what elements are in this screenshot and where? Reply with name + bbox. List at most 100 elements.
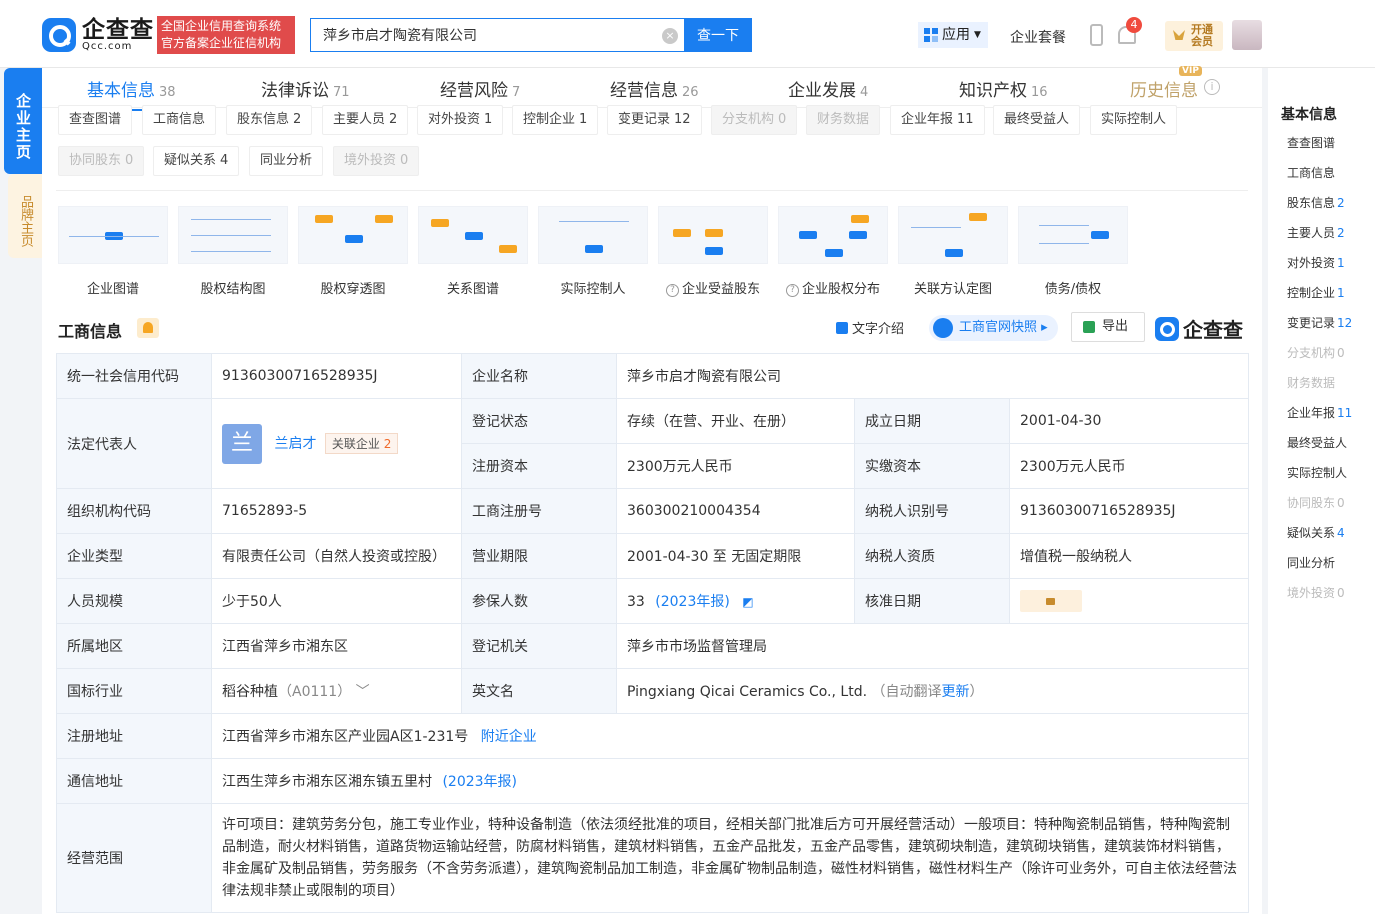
- legal-rep-avatar[interactable]: 兰: [222, 423, 262, 464]
- update-link[interactable]: 更新: [942, 684, 970, 700]
- right-nav-item[interactable]: 协同股东 0: [1287, 494, 1345, 511]
- table-row: 经营范围 许可项目：建筑劳务分包，施工专业作业，特种设备制造（依法须经批准的项目…: [56, 803, 1250, 913]
- chip-overseas[interactable]: 境外投资 0: [333, 146, 420, 176]
- text-intro-label: 文字介绍: [852, 322, 905, 337]
- tab-history[interactable]: 历史信息: [1130, 76, 1198, 101]
- phone-icon[interactable]: [1090, 24, 1103, 46]
- right-nav-item[interactable]: 同业分析: [1287, 554, 1335, 571]
- paren-close: ）: [969, 684, 984, 700]
- graph-card-relations[interactable]: 关系图谱: [418, 206, 528, 297]
- right-nav-item[interactable]: 主要人员 2: [1287, 224, 1345, 241]
- clear-icon[interactable]: ×: [662, 28, 678, 44]
- mail-year-link[interactable]: (2023年报): [442, 774, 517, 790]
- table-row: 人员规模 少于50人 参保人数 33 (2023年报) ◩ 核准日期: [56, 578, 1250, 624]
- insured-year-link[interactable]: (2023年报): [655, 594, 730, 610]
- chip-controlled[interactable]: 控制企业 1: [512, 105, 599, 135]
- nav-label: 主要人员: [1287, 226, 1336, 240]
- company-home-tab[interactable]: 企业主页: [4, 68, 42, 174]
- text-intro-button[interactable]: 文字介绍: [836, 318, 904, 337]
- vip-lock-icon[interactable]: [1020, 590, 1082, 612]
- right-nav-item[interactable]: 财务数据: [1287, 374, 1335, 391]
- reg-address-value: 江西省萍乡市湘东区产业园A区1-231号: [222, 729, 469, 745]
- graph-card-equity-penetration[interactable]: 股权穿透图: [298, 206, 408, 297]
- logo-en: Qcc.com: [82, 41, 133, 52]
- enterprise-package-link[interactable]: 企业套餐: [1010, 27, 1066, 47]
- right-nav-item[interactable]: 查查图谱: [1287, 134, 1335, 151]
- chip-suspected-relations[interactable]: 疑似关系 4: [153, 146, 240, 176]
- chip-beneficiaries[interactable]: 最终受益人: [993, 105, 1081, 135]
- main-panel: 基本信息 38 法律诉讼 71 经营风险 7 经营信息 26 企业发展 4 知识产权 16 …: [42, 66, 1262, 914]
- tab-ip[interactable]: 知识产权 16: [959, 76, 1048, 101]
- related-companies-tag[interactable]: 关联企业 2: [324, 433, 399, 454]
- app-menu[interactable]: 应用 ▼: [918, 22, 988, 48]
- nav-count: 1: [1337, 286, 1345, 300]
- company-type-value: 有限责任公司（自然人投资或控股）: [211, 533, 462, 579]
- chip-investments[interactable]: 对外投资 1: [417, 105, 504, 135]
- chip-peer-analysis[interactable]: 同业分析: [249, 146, 324, 176]
- graph-card-debt[interactable]: 债务/债权: [1018, 206, 1128, 297]
- nav-count: 0: [1337, 346, 1345, 360]
- official-snapshot-button[interactable]: 工商官网快照 ▸: [929, 315, 1058, 341]
- graph-card-enterprise[interactable]: 企业图谱: [58, 206, 168, 297]
- chevron-down-icon: ▼: [974, 30, 981, 40]
- monitor-bell-icon[interactable]: [137, 318, 159, 338]
- right-nav-item[interactable]: 疑似关系 4: [1287, 524, 1345, 541]
- chip-controller[interactable]: 实际控制人: [1090, 105, 1178, 135]
- reg-address-cell: 江西省萍乡市湘东区产业园A区1-231号 附近企业: [210, 713, 1250, 759]
- search-button[interactable]: 查一下: [684, 18, 752, 52]
- chip-changes[interactable]: 变更记录 12: [607, 105, 702, 135]
- graph-card-equity-distribution[interactable]: ? 企业股权分布: [778, 206, 888, 297]
- vip-line2: 会员: [1191, 35, 1213, 48]
- chip-registration[interactable]: 工商信息: [142, 105, 217, 135]
- taxpayer-id-value: 91360300716528935J: [1008, 488, 1250, 534]
- brand-home-tab[interactable]: 品牌主页: [8, 174, 42, 258]
- chip-financials[interactable]: 财务数据: [806, 105, 881, 135]
- graph-card-equity-structure[interactable]: 股权结构图: [178, 206, 288, 297]
- chip-shareholders[interactable]: 股东信息 2: [226, 105, 313, 135]
- app-grid-icon: [924, 28, 938, 42]
- right-nav-item[interactable]: 控制企业 1: [1287, 284, 1345, 301]
- trend-chart-icon[interactable]: ◩: [742, 595, 753, 609]
- chip-branches[interactable]: 分支机构 0: [711, 105, 798, 135]
- tab-basic-info[interactable]: 基本信息 38: [87, 76, 176, 111]
- graph-card-actual-controller[interactable]: 实际控制人: [538, 206, 648, 297]
- tab-litigation[interactable]: 法律诉讼 71: [261, 76, 350, 101]
- tab-business-risk[interactable]: 经营风险 7: [440, 76, 520, 101]
- chip-annual-reports[interactable]: 企业年报 11: [890, 105, 985, 135]
- legal-rep-link[interactable]: 兰启才: [274, 436, 316, 452]
- industry-cell[interactable]: 稻谷种植（A0111） ﹀: [211, 668, 462, 714]
- field-label: 纳税人资质: [854, 533, 1010, 579]
- tab-development[interactable]: 企业发展 4: [788, 76, 868, 101]
- vip-open-button[interactable]: 开通 会员: [1165, 21, 1223, 51]
- right-nav-item[interactable]: 境外投资 0: [1287, 584, 1345, 601]
- chip-graph[interactable]: 查查图谱: [58, 105, 133, 135]
- graph-card-beneficial-shareholders[interactable]: ? 企业受益股东: [658, 206, 768, 297]
- tab-business-info[interactable]: 经营信息 26: [610, 76, 699, 101]
- right-nav-item[interactable]: 股东信息 2: [1287, 194, 1345, 211]
- mail-address-cell: 江西生萍乡市湘东区湘东镇五里村 (2023年报): [210, 758, 1250, 804]
- graph-label: ? 企业受益股东: [658, 278, 768, 297]
- right-nav-item[interactable]: 对外投资 1: [1287, 254, 1345, 271]
- right-nav-item[interactable]: 分支机构 0: [1287, 344, 1345, 361]
- right-nav-item[interactable]: 最终受益人: [1287, 434, 1347, 451]
- notification-badge: 4: [1126, 17, 1142, 33]
- approve-date-cell: [1008, 578, 1250, 624]
- nav-count: 1: [1337, 256, 1345, 270]
- export-button[interactable]: 导出: [1071, 312, 1145, 342]
- user-avatar[interactable]: [1232, 20, 1262, 50]
- nav-count: 0: [1337, 496, 1345, 510]
- help-icon[interactable]: ?: [785, 284, 799, 297]
- right-nav-item[interactable]: 实际控制人: [1287, 464, 1347, 481]
- site-logo[interactable]: 企查查 Qcc.com: [42, 18, 154, 52]
- right-nav-item[interactable]: 工商信息: [1287, 164, 1335, 181]
- help-icon[interactable]: ?: [665, 284, 679, 297]
- right-nav-item[interactable]: 企业年报 11: [1287, 404, 1352, 421]
- search-input[interactable]: [311, 19, 684, 51]
- chip-co-shareholders[interactable]: 协同股东 0: [58, 146, 145, 176]
- graph-card-related-parties[interactable]: 关联方认定图: [898, 206, 1008, 297]
- right-nav-item[interactable]: 变更记录 12: [1287, 314, 1352, 331]
- info-icon[interactable]: i: [1204, 79, 1220, 95]
- reg-no-value: 360300210004354: [616, 488, 855, 534]
- nearby-companies-link[interactable]: 附近企业: [481, 729, 537, 745]
- chip-key-people[interactable]: 主要人员 2: [322, 105, 409, 135]
